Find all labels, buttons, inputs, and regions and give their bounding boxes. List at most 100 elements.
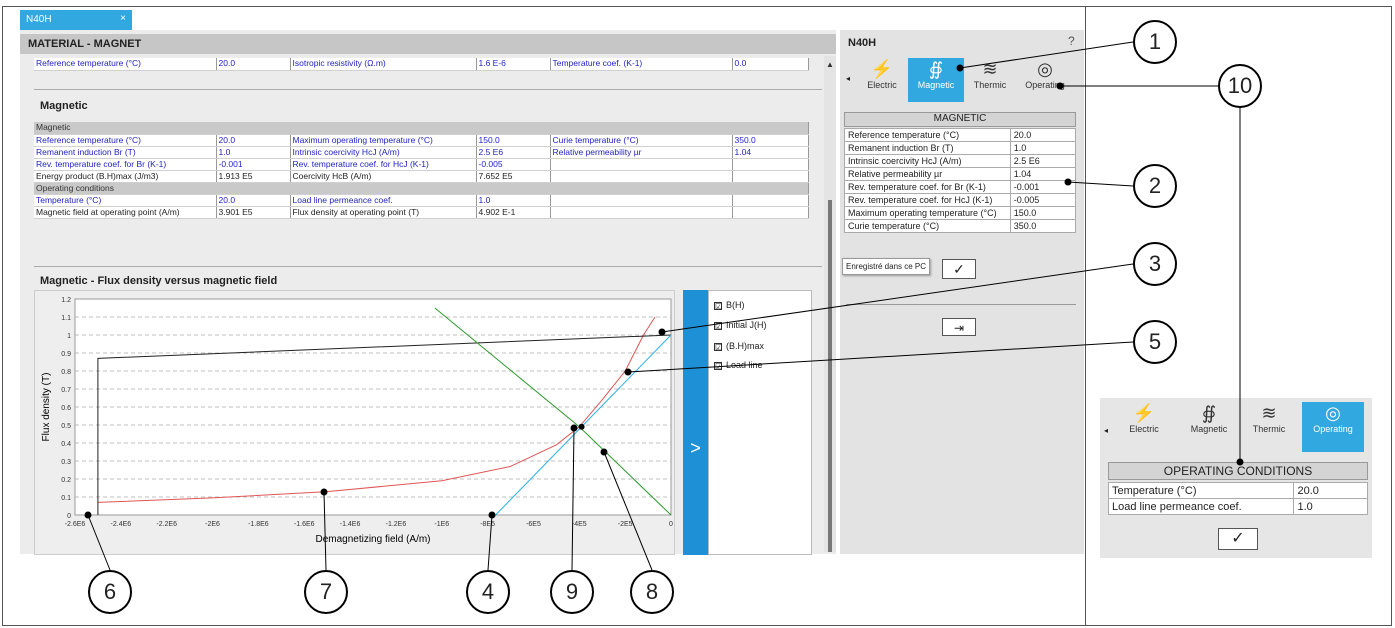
cell[interactable] bbox=[732, 206, 809, 219]
cell[interactable]: 1.0 bbox=[1293, 498, 1368, 515]
table-row: Energy product (B.H)max (J/m3) 1.913 E5 Co… bbox=[34, 170, 809, 183]
tab-operating[interactable]: ◎ Operating bbox=[1302, 402, 1364, 452]
cell[interactable]: 1.0 bbox=[1009, 141, 1077, 155]
tab-thermic[interactable]: ≋ Thermic bbox=[964, 58, 1016, 102]
cell[interactable]: 20.0 bbox=[216, 58, 291, 71]
legend-item-initial-jh[interactable]: ☑ Initial J(H) bbox=[714, 320, 767, 330]
y-tick-label: 0.4 bbox=[61, 441, 71, 448]
validate-button[interactable]: ✓ bbox=[1218, 528, 1258, 550]
export-button[interactable]: ⇥ bbox=[942, 318, 976, 336]
tab-label: Magnetic bbox=[917, 80, 955, 90]
legend-item-bhmax[interactable]: ☑ (B.H)max bbox=[714, 341, 764, 351]
legend-item-bh[interactable]: ☑ B(H) bbox=[714, 300, 745, 310]
help-icon[interactable]: ? bbox=[1068, 34, 1075, 48]
cell[interactable]: -0.005 bbox=[476, 158, 551, 171]
y-tick-label: 0.6 bbox=[61, 405, 71, 412]
cell[interactable]: 1.0 bbox=[476, 194, 551, 207]
lightning-icon: ⚡ bbox=[870, 59, 894, 79]
x-tick-label: 0 bbox=[669, 521, 673, 528]
callout-10: 10 bbox=[1218, 64, 1262, 108]
tab-magnetic[interactable]: ∯ Magnetic bbox=[908, 58, 964, 102]
cell[interactable]: 20.0 bbox=[1293, 482, 1368, 499]
tab-operating[interactable]: ◎ Operating bbox=[1016, 58, 1074, 102]
cell: Curie temperature (°C) bbox=[550, 134, 733, 147]
checkbox[interactable]: ☑ bbox=[714, 361, 722, 370]
cell[interactable]: 2.5 E6 bbox=[1009, 154, 1077, 168]
cell[interactable]: 1.04 bbox=[732, 146, 809, 159]
flux-density-chart: 0 0.1 0.2 0.3 0.4 0.5 0.6 0.7 0.8 0.9 1 1.1 1.2 -2.6E… bbox=[41, 297, 673, 545]
cell[interactable]: 350.0 bbox=[732, 134, 809, 147]
x-tick-label: -4E5 bbox=[572, 521, 587, 528]
callout-1: 1 bbox=[1133, 20, 1177, 64]
y-tick-label: 1 bbox=[67, 333, 71, 340]
cell: Remanent induction Br (T) bbox=[34, 146, 217, 159]
table-row: Rev. temperature coef. for Br (K-1) -0.00… bbox=[34, 158, 809, 171]
cell: Intrinsic coercivity HcJ (A/m) bbox=[290, 146, 477, 159]
cell[interactable]: 1.0 bbox=[216, 146, 291, 159]
group-label: Operating conditions bbox=[34, 182, 809, 195]
cell[interactable]: 20.0 bbox=[1009, 128, 1077, 142]
tab-label: Electric bbox=[867, 80, 897, 90]
cell: Energy product (B.H)max (J/m3) bbox=[34, 170, 217, 183]
scroll-left-icon[interactable]: ◂ bbox=[1104, 426, 1108, 435]
tab-label: Electric bbox=[1129, 424, 1159, 434]
cell[interactable]: 2.5 E6 bbox=[476, 146, 551, 159]
cell[interactable]: 1.913 E5 bbox=[216, 170, 291, 183]
cell[interactable] bbox=[732, 158, 809, 171]
cell[interactable]: 0.0 bbox=[732, 58, 809, 71]
cell[interactable]: 3.901 E5 bbox=[216, 206, 291, 219]
checkbox[interactable]: ☑ bbox=[714, 342, 722, 351]
callout-6: 6 bbox=[88, 570, 132, 614]
cell[interactable]: 1.04 bbox=[1009, 167, 1077, 181]
cell: Rev. temperature coef. for HcJ (K-1) bbox=[290, 158, 477, 171]
tab-magnetic[interactable]: ∯ Magnetic bbox=[1178, 402, 1240, 452]
scroll-up-icon[interactable]: ▲ bbox=[826, 60, 834, 69]
cell[interactable]: 7.652 E5 bbox=[476, 170, 551, 183]
electric-properties-table: Reference temperature (°C) 20.0 Isotropi… bbox=[34, 58, 809, 71]
tab-n40h[interactable]: N40H × bbox=[20, 10, 132, 30]
checkbox[interactable]: ☑ bbox=[714, 301, 722, 310]
legend-label: (B.H)max bbox=[726, 341, 764, 351]
cell[interactable]: 350.0 bbox=[1009, 219, 1077, 233]
close-icon[interactable]: × bbox=[120, 13, 126, 24]
divider bbox=[1085, 6, 1086, 626]
cell[interactable] bbox=[732, 194, 809, 207]
magnetic-section-title: Magnetic bbox=[40, 100, 88, 112]
page-title: MATERIAL - MAGNET bbox=[20, 34, 836, 54]
cell[interactable]: 1.6 E-6 bbox=[476, 58, 551, 71]
legend-label: B(H) bbox=[726, 300, 745, 310]
cell[interactable]: 150.0 bbox=[476, 134, 551, 147]
tab-thermic[interactable]: ≋ Thermic bbox=[1240, 402, 1298, 452]
table-row: Rev. temperature coef. for Br (K-1) -0.00… bbox=[844, 180, 1077, 194]
cell[interactable] bbox=[732, 170, 809, 183]
cell[interactable]: 150.0 bbox=[1009, 206, 1077, 220]
divider bbox=[34, 266, 822, 267]
cell[interactable]: 20.0 bbox=[216, 194, 291, 207]
chart-section-title: Magnetic - Flux density versus magnetic … bbox=[40, 275, 278, 287]
cell[interactable]: -0.005 bbox=[1009, 193, 1077, 207]
cell: Maximum operating temperature (°C) bbox=[844, 206, 1011, 220]
table-row: Temperature (°C) 20.0 Load line permeance … bbox=[34, 194, 809, 207]
tab-electric[interactable]: ⚡ Electric bbox=[1116, 402, 1172, 452]
validate-button[interactable]: ✓ bbox=[942, 259, 976, 279]
x-axis-label: Demagnetizing field (A/m) bbox=[315, 534, 430, 545]
cell[interactable]: 20.0 bbox=[216, 134, 291, 147]
scroll-thumb[interactable] bbox=[828, 200, 832, 552]
table-row: Temperature (°C) 20.0 bbox=[1107, 482, 1368, 499]
cell[interactable]: -0.001 bbox=[216, 158, 291, 171]
legend-label: Initial J(H) bbox=[726, 320, 767, 330]
table-row: Reference temperature (°C) 20.0 bbox=[844, 128, 1077, 142]
x-tick-label: -1.2E6 bbox=[386, 521, 407, 528]
table-row: Relative permeability µr 1.04 bbox=[844, 167, 1077, 181]
cell[interactable]: 4.902 E-1 bbox=[476, 206, 551, 219]
tab-electric[interactable]: ⚡ Electric bbox=[856, 58, 908, 102]
x-tick-label: -8E5 bbox=[480, 521, 495, 528]
legend-item-load-line[interactable]: ☑ Load line bbox=[714, 360, 763, 370]
checkbox[interactable]: ☑ bbox=[714, 321, 722, 330]
cell[interactable]: -0.001 bbox=[1009, 180, 1077, 194]
heat-icon: ≋ bbox=[982, 59, 998, 79]
cell: Temperature coef. (K-1) bbox=[550, 58, 733, 71]
expand-legend-button[interactable]: > bbox=[683, 290, 708, 555]
cell bbox=[550, 158, 733, 171]
scroll-left-icon[interactable]: ◂ bbox=[846, 74, 850, 83]
